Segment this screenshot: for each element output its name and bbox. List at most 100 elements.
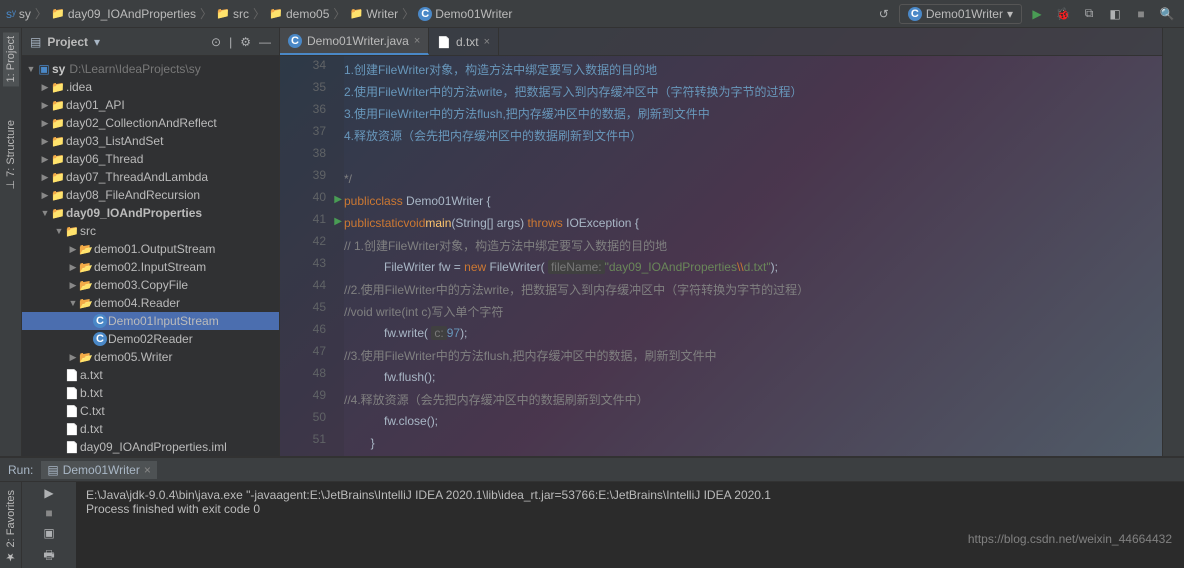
profiler-icon[interactable]: ◧ — [1104, 3, 1126, 25]
expand-icon[interactable]: ▼ — [26, 64, 36, 74]
stop-icon[interactable]: ■ — [45, 506, 52, 520]
gear-icon[interactable]: ⚙ — [240, 35, 251, 49]
run-config-tab[interactable]: ▤ Demo01Writer × — [41, 461, 157, 479]
close-icon[interactable]: × — [144, 463, 151, 477]
code-line[interactable]: fw.write( c: 97); — [344, 322, 1162, 344]
tree-item[interactable]: ▶demo02.InputStream — [22, 258, 279, 276]
stop-icon[interactable]: ■ — [1130, 3, 1152, 25]
hide-icon[interactable]: — — [259, 35, 271, 49]
expand-icon[interactable]: ▼ — [68, 298, 78, 308]
tree-item[interactable]: ▶ day03_ListAndSet — [22, 132, 279, 150]
build-icon[interactable]: ↺ — [873, 3, 895, 25]
structure-tool-button[interactable]: ⊥ 7: Structure — [2, 116, 19, 194]
search-icon[interactable]: 🔍 — [1156, 3, 1178, 25]
tree-item[interactable]: day09_IOAndProperties.iml — [22, 438, 279, 456]
folder-icon — [50, 135, 66, 148]
tree-item[interactable]: ▶demo01.OutputStream — [22, 240, 279, 258]
code-lines[interactable]: 1.创建FileWriter对象，构造方法中绑定要写入数据的目的地 2.使用Fi… — [344, 56, 1162, 456]
run-config-selector[interactable]: C Demo01Writer ▾ — [899, 4, 1022, 24]
tree-item[interactable]: CDemo02Reader — [22, 330, 279, 348]
breadcrumb-item[interactable]: CDemo01Writer — [418, 7, 512, 21]
code-line[interactable]: fw.close(); — [344, 410, 1162, 432]
code-line[interactable]: public class Demo01Writer { — [344, 190, 1162, 212]
editor-tab[interactable]: d.txt× — [429, 28, 499, 55]
breadcrumb-item[interactable]: day09_IOAndProperties — [51, 7, 196, 21]
code-line[interactable]: FileWriter fw = new FileWriter( fileName… — [344, 256, 1162, 278]
expand-icon[interactable]: ▶ — [40, 82, 50, 93]
tree-item[interactable]: ▶ demo03.CopyFile — [22, 276, 279, 294]
folder-icon — [50, 99, 66, 112]
code-line[interactable]: 2.使用FileWriter中的方法write，把数据写入到内存缓冲区中（字符转… — [344, 80, 1162, 102]
code-editor[interactable]: 34353637383940▶41▶4243444546474849505152… — [280, 56, 1162, 456]
expand-icon[interactable]: ▶ — [40, 136, 50, 147]
run-gutter-icon[interactable]: ▶ — [334, 216, 342, 227]
breadcrumb-item[interactable]: Writer — [349, 7, 398, 21]
tree-item[interactable]: b.txt — [22, 384, 279, 402]
expand-icon[interactable]: ▶ — [68, 352, 78, 363]
tree-item[interactable]: CDemo01InputStream — [22, 312, 279, 330]
tree-label: demo04.Reader — [94, 296, 180, 310]
breadcrumb-item[interactable]: src — [216, 7, 249, 21]
tree-item[interactable]: d.txt — [22, 420, 279, 438]
expand-icon[interactable]: ▶ — [40, 154, 50, 165]
expand-icon[interactable]: ▶ — [40, 100, 50, 111]
code-line[interactable]: // 1.创建FileWriter对象，构造方法中绑定要写入数据的目的地 — [344, 234, 1162, 256]
expand-icon[interactable]: ▼ — [40, 208, 50, 218]
close-icon[interactable]: × — [414, 35, 420, 47]
project-tool-button[interactable]: 1: Project — [3, 32, 19, 86]
code-line[interactable] — [344, 146, 1162, 168]
run-icon[interactable]: ▶ — [1026, 3, 1048, 25]
expand-icon[interactable]: ▶ — [40, 118, 50, 129]
expand-icon[interactable]: ▼ — [54, 226, 64, 236]
code-line[interactable]: //2.使用FileWriter中的方法write，把数据写入到内存缓冲区中（字… — [344, 278, 1162, 300]
tree-root[interactable]: ▼▣syD:\Learn\IdeaProjects\sy — [22, 60, 279, 78]
tree-item[interactable]: ▶day01_API — [22, 96, 279, 114]
tree-item[interactable]: ▶day02_CollectionAndReflect — [22, 114, 279, 132]
expand-icon[interactable]: ▶ — [68, 280, 78, 291]
editor-tab[interactable]: CDemo01Writer.java× — [280, 28, 429, 55]
code-line[interactable]: fw.flush(); — [344, 366, 1162, 388]
project-tree[interactable]: ▼▣syD:\Learn\IdeaProjects\sy▶.idea▶day01… — [22, 56, 279, 456]
code-line[interactable]: //4.释放资源（会先把内存缓冲区中的数据刷新到文件中） — [344, 388, 1162, 410]
code-line[interactable]: 4.释放资源（会先把内存缓冲区中的数据刷新到文件中） — [344, 124, 1162, 146]
tree-item[interactable]: ▶day06_Thread — [22, 150, 279, 168]
tree-item[interactable]: ▶.idea — [22, 78, 279, 96]
tree-item[interactable]: ▶day08_FileAndRecursion — [22, 186, 279, 204]
chevron-down-icon[interactable]: ▾ — [94, 35, 100, 49]
close-icon[interactable]: × — [484, 36, 490, 48]
rerun-icon[interactable]: ▶ — [44, 486, 53, 500]
tree-item[interactable]: ▼day09_IOAndProperties — [22, 204, 279, 222]
expand-icon[interactable]: ▶ — [68, 262, 78, 273]
run-gutter-icon[interactable]: ▶ — [334, 194, 342, 205]
tree-item[interactable]: ▶demo05.Writer — [22, 348, 279, 366]
code-line[interactable]: 3.使用FileWriter中的方法flush,把内存缓冲区中的数据，刷新到文件… — [344, 102, 1162, 124]
folder-icon — [216, 7, 230, 21]
favorites-tool-button[interactable]: ★ 2: Favorites — [2, 486, 19, 568]
divider-icon: | — [229, 35, 232, 49]
tree-item[interactable]: C.txt — [22, 402, 279, 420]
tree-item[interactable]: ▶day07_ThreadAndLambda — [22, 168, 279, 186]
tree-label: day03_ListAndSet — [66, 134, 163, 148]
coverage-icon[interactable]: ⧉ — [1078, 3, 1100, 25]
code-line[interactable]: 1.创建FileWriter对象，构造方法中绑定要写入数据的目的地 — [344, 58, 1162, 80]
collapse-icon[interactable]: ⊙ — [211, 35, 221, 49]
code-line[interactable]: //void write(int c)写入单个字符 — [344, 300, 1162, 322]
print-icon[interactable]: 🖶 — [43, 546, 54, 567]
code-line[interactable]: */ — [344, 168, 1162, 190]
tree-item[interactable]: a.txt — [22, 366, 279, 384]
breadcrumb-item[interactable]: sʸsy — [6, 7, 31, 21]
tree-label: demo03.CopyFile — [94, 278, 188, 292]
expand-icon[interactable]: ▶ — [40, 172, 50, 183]
code-line[interactable]: //3.使用FileWriter中的方法flush,把内存缓冲区中的数据，刷新到… — [344, 344, 1162, 366]
layout-icon[interactable]: ▣ — [43, 526, 54, 540]
debug-icon[interactable]: 🐞 — [1052, 3, 1074, 25]
code-line[interactable]: } — [344, 432, 1162, 454]
tree-item[interactable]: ▼src — [22, 222, 279, 240]
code-line[interactable]: public static void main(String[] args) t… — [344, 212, 1162, 234]
breadcrumb-item[interactable]: demo05 — [269, 7, 329, 21]
console-output[interactable]: E:\Java\jdk-9.0.4\bin\java.exe "-javaage… — [76, 482, 1184, 568]
expand-icon[interactable]: ▶ — [40, 190, 50, 201]
expand-icon[interactable]: ▶ — [68, 244, 78, 255]
class-icon: C — [92, 314, 108, 328]
tree-item[interactable]: ▼ demo04.Reader — [22, 294, 279, 312]
